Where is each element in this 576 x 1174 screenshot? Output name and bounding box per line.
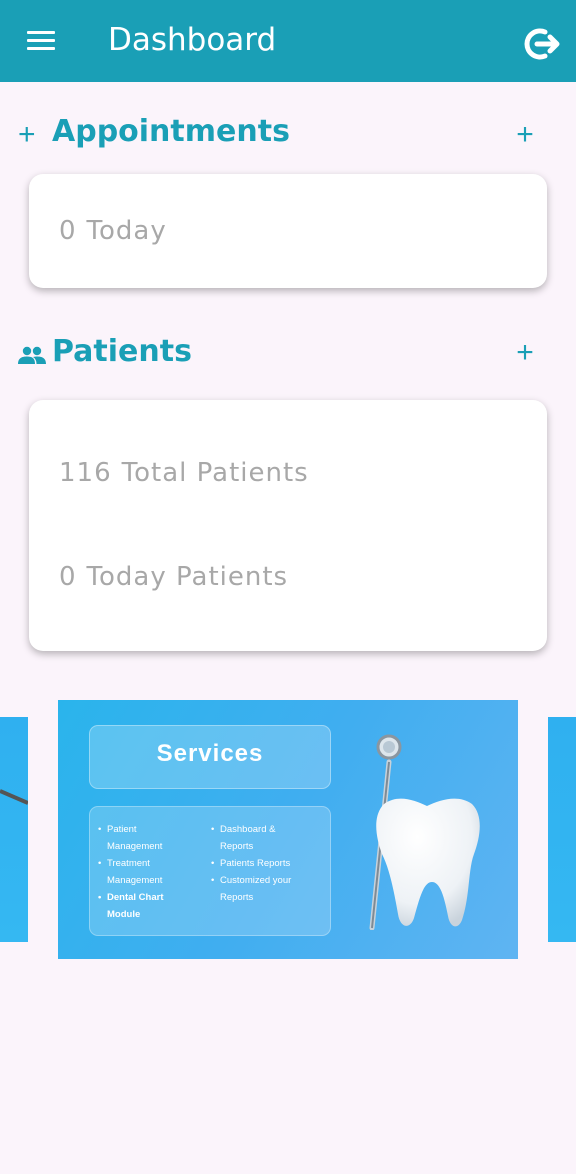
service-item: Reports xyxy=(220,841,254,852)
total-patients-stat: 116 Total Patients xyxy=(59,458,309,488)
menu-icon xyxy=(27,31,55,34)
service-item: Module xyxy=(107,909,141,920)
add-appointment-button[interactable]: + xyxy=(508,118,542,152)
carousel-prev-slide[interactable] xyxy=(0,717,29,942)
app-bar: Dashboard xyxy=(0,0,576,82)
add-patient-button[interactable]: + xyxy=(508,336,542,370)
appointments-heading: Appointments xyxy=(52,114,290,149)
total-patients-count: 116 xyxy=(59,458,112,488)
services-banner[interactable]: Services Patient Management Treatment Ma… xyxy=(58,700,518,959)
today-patients-count: 0 xyxy=(59,562,77,592)
appointments-today-label: Today xyxy=(86,216,167,246)
people-icon xyxy=(18,346,46,364)
service-item: Management xyxy=(107,875,163,886)
dental-tool-icon xyxy=(0,789,29,805)
services-right-column: Dashboard & Reports Patients Reports Cus… xyxy=(211,821,323,906)
service-item: Management xyxy=(107,841,163,852)
menu-icon-line xyxy=(27,39,55,42)
menu-button[interactable] xyxy=(24,26,58,56)
services-title: Services xyxy=(156,740,264,767)
patients-card[interactable]: 116 Total Patients 0 Today Patients xyxy=(29,400,547,651)
today-patients-stat: 0 Today Patients xyxy=(59,562,288,592)
service-item: Reports xyxy=(220,892,254,903)
service-item: Customized your xyxy=(211,872,323,889)
plus-icon: + xyxy=(18,118,36,151)
logout-button[interactable] xyxy=(520,24,564,64)
appointments-header: + Appointments + xyxy=(18,114,558,158)
service-item: Patient xyxy=(98,821,210,838)
page-title: Dashboard xyxy=(108,22,277,58)
add-icon: + xyxy=(516,336,534,369)
services-title-box: Services xyxy=(89,725,331,789)
patients-header: Patients + xyxy=(18,334,558,378)
service-item: Dashboard & xyxy=(211,821,323,838)
add-icon: + xyxy=(516,118,534,151)
menu-icon-line xyxy=(27,47,55,50)
service-item: Dental Chart xyxy=(98,889,210,906)
patients-heading: Patients xyxy=(52,334,192,369)
service-item: Treatment xyxy=(98,855,210,872)
logout-icon xyxy=(524,28,560,60)
service-item: Patients Reports xyxy=(211,855,323,872)
appointments-card[interactable]: 0 Today xyxy=(29,174,547,288)
appointments-today-count: 0 xyxy=(59,216,77,246)
appointments-today-stat: 0 Today xyxy=(59,216,167,246)
total-patients-label: Total Patients xyxy=(121,458,309,488)
today-patients-label: Today Patients xyxy=(86,562,289,592)
carousel-next-slide[interactable] xyxy=(548,717,576,942)
services-list-box: Patient Management Treatment Management … xyxy=(89,806,331,936)
tooth-icon xyxy=(376,798,480,927)
services-left-column: Patient Management Treatment Management … xyxy=(98,821,210,923)
